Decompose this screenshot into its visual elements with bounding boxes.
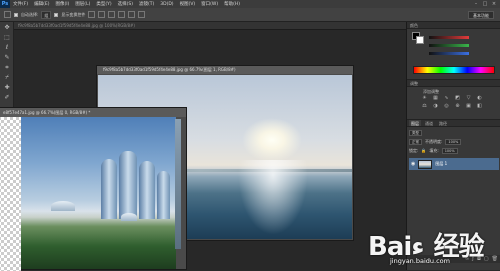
background-color-swatch[interactable]: [416, 36, 424, 44]
new-layer-icon[interactable]: ▢: [484, 256, 489, 262]
adjustments-tab[interactable]: 调整: [407, 80, 500, 87]
auto-select-checkbox[interactable]: [14, 12, 18, 17]
color-lookup-icon[interactable]: ▣: [465, 103, 472, 109]
curves-icon[interactable]: ∿: [443, 95, 450, 101]
tower-building: [101, 159, 117, 219]
photo-filter-icon[interactable]: ◎: [443, 103, 450, 109]
adjustment-icons: ☀ ▦ ∿ ◩ ▽ ◐ ⚖ ◑ ◎ ⊕ ▣ ◧: [421, 95, 485, 109]
blend-mode-dropdown[interactable]: 正常: [409, 138, 422, 145]
color-balance-icon[interactable]: ⚖: [421, 103, 428, 109]
tower-building: [139, 161, 155, 219]
menu-window[interactable]: 窗口(W): [198, 1, 221, 7]
menu-edit[interactable]: 编辑(E): [31, 1, 52, 7]
vibrance-icon[interactable]: ▽: [465, 95, 472, 101]
auto-select-dropdown[interactable]: 组: [41, 10, 52, 19]
blend-row: 正常 不透明度: 100%: [409, 138, 499, 145]
dome-building: [51, 201, 75, 211]
tab-paths[interactable]: 路径: [437, 120, 449, 126]
minimize-icon[interactable]: –: [472, 0, 480, 8]
brightness-icon[interactable]: ☀: [421, 95, 428, 101]
city-document-window[interactable]: e8f57e47a1.jpg @ 66.7%(图层 0, RGB/8#) *: [0, 107, 187, 271]
marquee-tool-icon[interactable]: ⬚: [2, 34, 12, 42]
menu-bar: Ps 文件(F) 编辑(E) 图像(I) 图层(L) 类型(Y) 选择(S) 滤…: [0, 0, 500, 8]
color-spectrum[interactable]: [413, 66, 495, 74]
red-slider[interactable]: [429, 36, 469, 39]
eyedropper-tool-icon[interactable]: ⌿: [2, 74, 12, 82]
fill-label: 填充:: [429, 148, 439, 153]
adjustments-panel: 调整 添加调整 ☀ ▦ ∿ ◩ ▽ ◐ ⚖ ◑ ◎ ⊕ ▣ ◧: [407, 80, 500, 120]
exposure-icon[interactable]: ◩: [454, 95, 461, 101]
menu-layer[interactable]: 图层(L): [72, 1, 93, 7]
tab-channels[interactable]: 通道: [423, 120, 435, 126]
sun-reflection: [238, 160, 308, 235]
color-tab[interactable]: 颜色: [407, 22, 500, 29]
green-slider[interactable]: [429, 44, 469, 47]
layer-row[interactable]: ◉ 图层 1: [409, 158, 499, 170]
auto-select-label: 自动选择:: [21, 11, 39, 17]
tab-layers[interactable]: 图层: [409, 120, 421, 126]
align-left-icon[interactable]: [118, 11, 126, 18]
menu-3d[interactable]: 3D(D): [157, 2, 176, 7]
layer-filter-row: 类型: [409, 129, 499, 136]
city-photo: [21, 117, 176, 269]
photoshop-logo: Ps: [0, 0, 10, 8]
layers-tabs: 图层 通道 路径: [407, 120, 500, 127]
opacity-label: 不透明度:: [425, 139, 443, 144]
black-white-icon[interactable]: ◑: [432, 103, 439, 109]
fill-input[interactable]: 100%: [441, 147, 458, 154]
crop-tool-icon[interactable]: ⌗: [2, 64, 12, 72]
brush-tool-icon[interactable]: ✐: [2, 94, 12, 102]
hue-icon[interactable]: ◐: [476, 95, 483, 101]
menu-select[interactable]: 选择(S): [115, 1, 136, 7]
city-window-title[interactable]: e8f57e47a1.jpg @ 66.7%(图层 0, RGB/8#) *: [0, 108, 186, 117]
menu-image[interactable]: 图像(I): [52, 1, 72, 7]
lock-row: 锁定: 🔒 填充: 100%: [409, 147, 499, 154]
transform-controls-checkbox[interactable]: [54, 12, 59, 17]
document-tab[interactable]: f9c9f8a5b7dd33f0ad1f59d5f4e4e88.jpg @ 10…: [14, 22, 406, 30]
channel-mixer-icon[interactable]: ⊕: [454, 103, 461, 109]
lock-label: 锁定:: [409, 148, 419, 153]
transparency-checkerboard: [0, 117, 21, 271]
lock-icon[interactable]: 🔒: [421, 147, 426, 154]
move-tool-icon[interactable]: [4, 11, 11, 18]
dome-building: [121, 213, 137, 221]
kind-filter-dropdown[interactable]: 类型: [409, 129, 422, 136]
baidu-watermark-url: jingyan.baidu.com: [390, 257, 450, 265]
visibility-eye-icon[interactable]: ◉: [411, 161, 415, 167]
menu-filter[interactable]: 滤镜(T): [136, 1, 157, 7]
city-photo-edge: [175, 119, 181, 249]
align-right-icon[interactable]: [138, 11, 146, 18]
layer-name: 图层 1: [435, 161, 448, 166]
align-top-icon[interactable]: [88, 11, 96, 18]
tower-building: [119, 151, 137, 219]
align-bottom-icon[interactable]: [108, 11, 116, 18]
lasso-tool-icon[interactable]: ℓ: [2, 44, 12, 52]
tower-building: [157, 171, 170, 219]
healing-brush-tool-icon[interactable]: ✚: [2, 84, 12, 92]
color-panel: 颜色: [407, 22, 500, 80]
invert-icon[interactable]: ◧: [476, 103, 483, 109]
menu-help[interactable]: 帮助(H): [221, 1, 243, 7]
maximize-icon[interactable]: □: [481, 0, 489, 8]
transform-controls-label: 显示变换控件: [61, 11, 86, 17]
quick-select-tool-icon[interactable]: ✎: [2, 54, 12, 62]
blue-slider[interactable]: [429, 52, 469, 55]
sea-window-title[interactable]: f9c9f8a5b7dd33f0ad1f59d5f4e4e88.jpg @ 66…: [97, 66, 353, 74]
move-tool-icon[interactable]: ✥: [2, 24, 12, 32]
close-icon[interactable]: ×: [490, 0, 498, 8]
options-bar: 自动选择: 组 显示变换控件: [0, 8, 500, 22]
menu-file[interactable]: 文件(F): [10, 1, 31, 7]
opacity-input[interactable]: 100%: [445, 138, 462, 145]
levels-icon[interactable]: ▦: [432, 95, 439, 101]
menu-view[interactable]: 视图(V): [177, 1, 199, 7]
workspace-switcher[interactable]: 基本功能: [468, 11, 494, 19]
align-center-icon[interactable]: [128, 11, 136, 18]
menu-type[interactable]: 类型(Y): [93, 1, 114, 7]
trash-icon[interactable]: 🗑: [492, 256, 498, 262]
align-middle-icon[interactable]: [98, 11, 106, 18]
layer-thumbnail: [418, 159, 433, 169]
